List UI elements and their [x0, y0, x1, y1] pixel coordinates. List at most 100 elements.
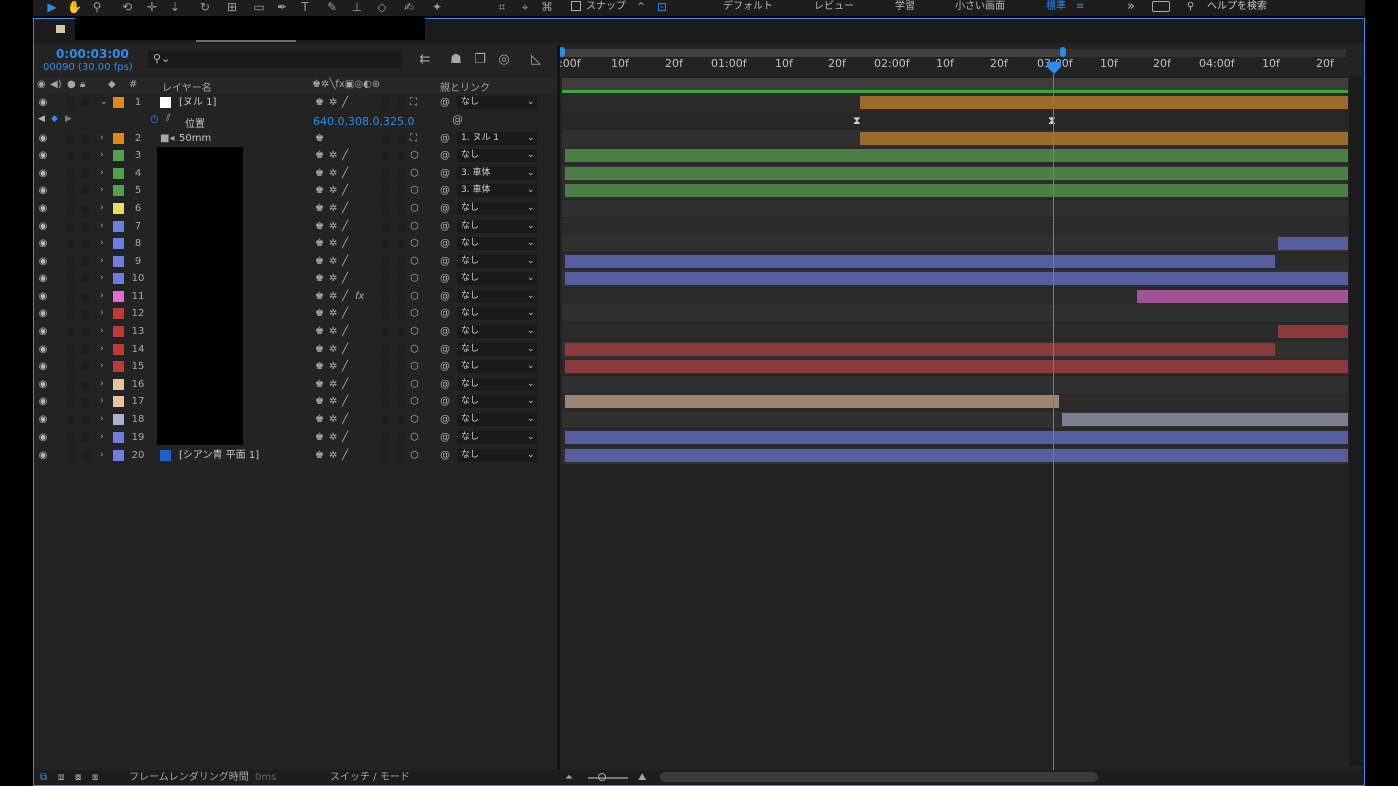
lock-switch[interactable]	[81, 275, 89, 283]
visibility-eye-icon[interactable]: ◉	[36, 165, 50, 182]
layer-duration-bar[interactable]	[1278, 237, 1348, 250]
layer-row[interactable]: ◉ ⌄ 1 [ヌル 1] ♚ ✲ ╱ ⛶ @ なし ⌄	[34, 94, 558, 111]
layer-row[interactable]: ◉ › 16 ♚ ✲ ╱ ⬡ @ なし ⌄	[34, 376, 558, 393]
visibility-eye-icon[interactable]: ◉	[36, 323, 50, 340]
solo-switch[interactable]	[67, 363, 75, 371]
keyframe-marker-2[interactable]: ⧗	[1048, 114, 1056, 128]
parent-pickwhip-icon[interactable]: @	[440, 130, 450, 147]
layer-row[interactable]: ◉ › 12 ♚ ✲ ╱ ⬡ @ なし ⌄	[34, 305, 558, 322]
axis-tool-icon[interactable]: ⌗	[495, 0, 509, 14]
collapse-switch-icon[interactable]: ✲	[329, 341, 337, 358]
lock-switch[interactable]	[81, 452, 89, 460]
parent-dropdown[interactable]: なし ⌄	[457, 290, 537, 303]
view-axis-icon[interactable]: ⌘	[540, 0, 554, 14]
label-color-swatch[interactable]	[113, 379, 124, 390]
collapse-switch-icon[interactable]: ✲	[329, 253, 337, 270]
video-column-eye-icon[interactable]: ◉	[37, 79, 46, 90]
lock-switch[interactable]	[81, 99, 89, 107]
shy-layers-icon[interactable]: ☗	[448, 52, 464, 68]
chevron-right-icon[interactable]: ›	[100, 288, 104, 305]
parent-dropdown[interactable]: 1. ヌル 1 ⌄	[457, 132, 537, 145]
zoom-in-icon[interactable]: ⛰	[638, 771, 646, 784]
solo-switch[interactable]	[67, 223, 75, 231]
label-color-swatch[interactable]	[113, 273, 124, 284]
solo-switch[interactable]	[67, 452, 75, 460]
label-color-swatch[interactable]	[113, 238, 124, 249]
parent-link-column-header[interactable]: 親とリンク	[440, 79, 490, 94]
visibility-eye-icon[interactable]: ◉	[36, 235, 50, 252]
composition-tab-icon[interactable]	[56, 25, 65, 33]
chevron-right-icon[interactable]: ›	[100, 358, 104, 375]
label-color-swatch[interactable]	[113, 168, 124, 179]
lock-switch[interactable]	[81, 328, 89, 336]
parent-dropdown[interactable]: なし ⌄	[457, 413, 537, 426]
quality-switch-icon[interactable]: ╱	[342, 200, 348, 217]
visibility-eye-icon[interactable]: ◉	[36, 305, 50, 322]
shy-switch-icon[interactable]: ♚	[315, 305, 324, 322]
dolly-tool-icon[interactable]: ⇣	[168, 0, 182, 14]
3d-layer-switch-icon[interactable]: ⬡	[410, 253, 419, 270]
frame-blending-icon[interactable]: ❐	[472, 52, 488, 68]
layer-row[interactable]: ◉ › 4 ♚ ✲ ╱ ⬡ @3. 車体 ⌄	[34, 165, 558, 182]
keyframe-marker-1[interactable]: ⧗	[853, 114, 861, 128]
motion-blur-switch[interactable]	[381, 381, 389, 389]
workspace-review[interactable]: レビュー	[814, 0, 854, 13]
label-color-swatch[interactable]	[113, 432, 124, 443]
solo-switch[interactable]	[67, 187, 75, 195]
layer-switches-toggle-icon[interactable]: ⧉	[40, 771, 47, 784]
layer-row[interactable]: ◉ › 2 ■◂ 50mm ♚ ⛶ @1. ヌル 1 ⌄	[34, 130, 558, 147]
shy-switch-icon[interactable]: ♚	[315, 182, 324, 199]
quality-switch-icon[interactable]: ╱	[342, 429, 348, 446]
quality-switch-icon[interactable]: ╱	[342, 358, 348, 375]
3d-layer-switch-icon[interactable]: ⬡	[410, 447, 419, 464]
orbit-tool-icon[interactable]: ⟲	[120, 0, 134, 14]
visibility-eye-icon[interactable]: ◉	[36, 253, 50, 270]
label-color-swatch[interactable]	[113, 185, 124, 196]
audio-column-icon[interactable]: ◀)	[50, 79, 62, 90]
layer-row[interactable]: ◉ › 9 ♚ ✲ ╱ ⬡ @ なし ⌄	[34, 253, 558, 270]
solo-switch[interactable]	[67, 258, 75, 266]
lock-switch[interactable]	[81, 381, 89, 389]
shy-switch-icon[interactable]: ♚	[315, 218, 324, 235]
zoom-slider[interactable]	[588, 777, 628, 779]
layer-row[interactable]: ◉ › 10 ♚ ✲ ╱ ⬡ @ なし ⌄	[34, 270, 558, 287]
label-color-swatch[interactable]	[113, 344, 124, 355]
motion-blur-switch[interactable]	[381, 258, 389, 266]
visibility-eye-icon[interactable]: ◉	[36, 376, 50, 393]
layer-duration-bar[interactable]	[565, 360, 1348, 373]
collapse-switch-icon[interactable]: ✲	[329, 288, 337, 305]
chevron-right-icon[interactable]: ›	[100, 393, 104, 410]
parent-dropdown[interactable]: なし ⌄	[457, 395, 537, 408]
shy-switch-icon[interactable]: ♚	[315, 147, 324, 164]
quality-switch-icon[interactable]: ╱	[342, 147, 348, 164]
rectangle-tool-icon[interactable]: ▭	[252, 0, 266, 14]
parent-pickwhip-icon[interactable]: @	[440, 305, 450, 322]
motion-blur-icon[interactable]: ◎	[496, 52, 512, 68]
overflow-icon[interactable]: »	[1127, 0, 1135, 13]
adjustment-switch[interactable]	[397, 275, 405, 283]
effect-switch-icon[interactable]: fx	[355, 288, 364, 305]
position-value[interactable]: 640.0,308.0,325.0	[313, 115, 414, 128]
collapse-switch-icon[interactable]: ✲	[329, 147, 337, 164]
adjustment-switch[interactable]	[397, 434, 405, 442]
parent-dropdown[interactable]: なし ⌄	[457, 202, 537, 215]
quality-switch-icon[interactable]: ╱	[342, 376, 348, 393]
3d-layer-switch-icon[interactable]: ⬡	[410, 288, 419, 305]
chevron-right-icon[interactable]: ›	[100, 182, 104, 199]
label-color-swatch[interactable]	[113, 256, 124, 267]
parent-dropdown[interactable]: なし ⌄	[457, 378, 537, 391]
collapse-switch-icon[interactable]: ✲	[329, 376, 337, 393]
quality-switch-icon[interactable]: ╱	[342, 393, 348, 410]
shy-switch-icon[interactable]: ♚	[315, 393, 324, 410]
layer-search-input[interactable]: ⚲⌄	[148, 51, 402, 68]
shy-switch-icon[interactable]: ♚	[315, 358, 324, 375]
solo-switch[interactable]	[67, 381, 75, 389]
collapse-switch-icon[interactable]: ✲	[329, 200, 337, 217]
visibility-eye-icon[interactable]: ◉	[36, 218, 50, 235]
playhead-handle-icon[interactable]	[1047, 62, 1061, 74]
collapse-switch-icon[interactable]: ✲	[329, 411, 337, 428]
3d-layer-switch-icon[interactable]: ⬡	[410, 323, 419, 340]
layer-name[interactable]: [ヌル 1]	[179, 94, 216, 111]
label-color-swatch[interactable]	[113, 361, 124, 372]
roto-tool-icon[interactable]: ✍	[402, 0, 416, 14]
